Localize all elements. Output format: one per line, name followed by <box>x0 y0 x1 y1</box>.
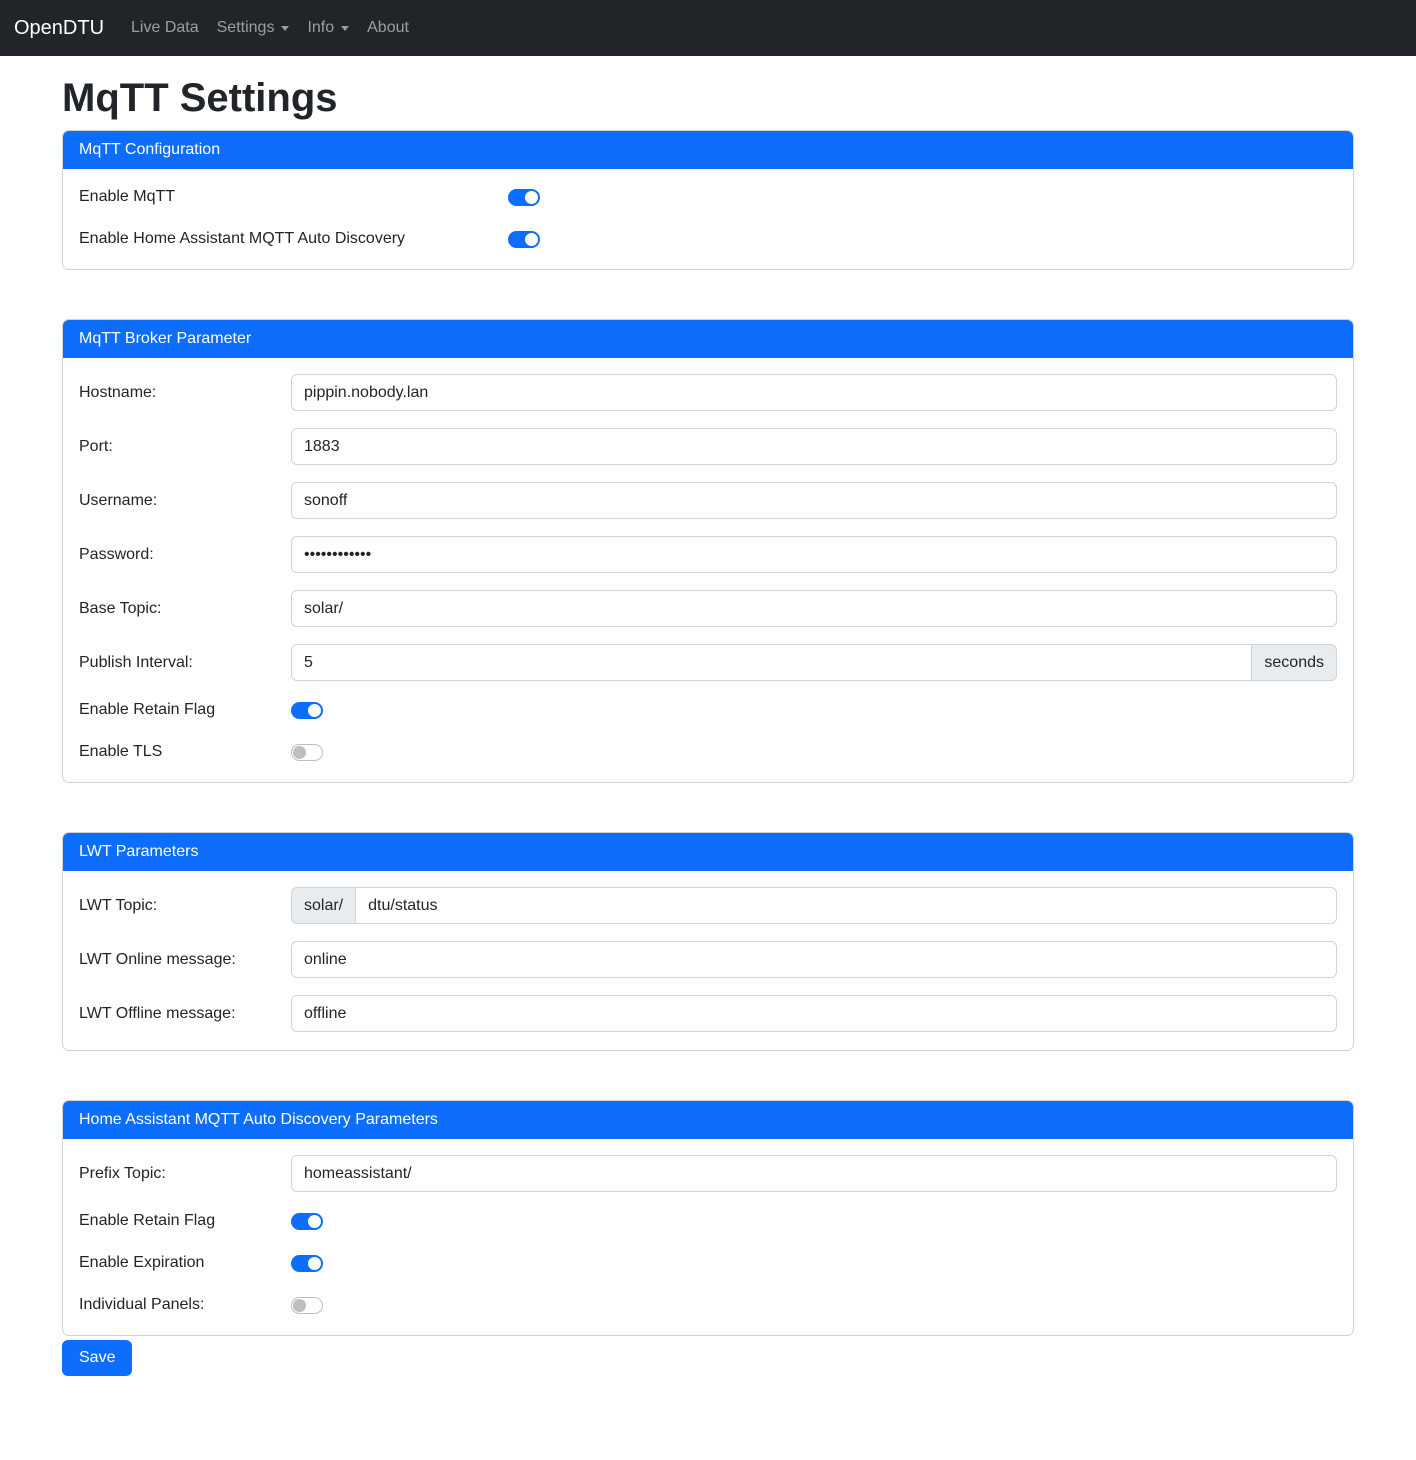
form-row-hass-retain-flag: Enable Retain Flag <box>79 1209 1337 1233</box>
nav-item-label: Live Data <box>131 19 199 37</box>
form-row-username: Username: <box>79 482 1337 519</box>
form-row-lwt-offline: LWT Offline message: <box>79 995 1337 1032</box>
form-row-port: Port: <box>79 428 1337 465</box>
toggle-knob <box>308 1257 321 1270</box>
chevron-down-icon <box>281 26 289 31</box>
field-label: Prefix Topic: <box>79 1165 291 1183</box>
username-input[interactable] <box>291 482 1337 519</box>
form-row-hostname: Hostname: <box>79 374 1337 411</box>
hostname-input[interactable] <box>291 374 1337 411</box>
nav-item-info[interactable]: Info <box>298 11 358 45</box>
card-header: LWT Parameters <box>63 833 1353 871</box>
card-mqtt-configuration: MqTT Configuration Enable MqTT Enable Ho… <box>62 130 1354 270</box>
card-lwt-parameters: LWT Parameters LWT Topic: solar/ LWT Onl… <box>62 832 1354 1051</box>
toggle-knob <box>293 746 306 759</box>
form-row-enable-hass-discovery: Enable Home Assistant MQTT Auto Discover… <box>79 227 1337 251</box>
field-label: Enable TLS <box>79 743 291 761</box>
port-input[interactable] <box>291 428 1337 465</box>
form-row-publish-interval: Publish Interval: seconds <box>79 644 1337 681</box>
field-label: Enable Home Assistant MQTT Auto Discover… <box>79 230 508 248</box>
field-label: Enable MqTT <box>79 188 508 206</box>
lwt-offline-input[interactable] <box>291 995 1337 1032</box>
toggle-knob <box>525 233 538 246</box>
tls-toggle[interactable] <box>291 744 323 761</box>
publish-interval-input[interactable] <box>291 644 1252 681</box>
nav-item-live-data[interactable]: Live Data <box>122 11 208 45</box>
prefix-topic-input[interactable] <box>291 1155 1337 1192</box>
enable-hass-discovery-toggle[interactable] <box>508 231 540 248</box>
form-row-lwt-topic: LWT Topic: solar/ <box>79 887 1337 924</box>
retain-flag-toggle[interactable] <box>291 702 323 719</box>
top-navbar: OpenDTU Live Data Settings Info About <box>0 0 1416 56</box>
card-header: MqTT Configuration <box>63 131 1353 169</box>
field-label: Password: <box>79 546 291 564</box>
form-row-enable-retain-flag: Enable Retain Flag <box>79 698 1337 722</box>
password-input[interactable] <box>291 536 1337 573</box>
lwt-topic-prefix-addon: solar/ <box>291 887 356 924</box>
nav-item-label: Settings <box>217 19 275 37</box>
brand-logo[interactable]: OpenDTU <box>14 17 104 40</box>
individual-panels-toggle[interactable] <box>291 1297 323 1314</box>
field-label: LWT Topic: <box>79 897 291 915</box>
toggle-knob <box>308 704 321 717</box>
seconds-unit-addon: seconds <box>1251 644 1337 681</box>
field-label: LWT Online message: <box>79 951 291 969</box>
form-row-enable-mqtt: Enable MqTT <box>79 185 1337 209</box>
field-label: Enable Expiration <box>79 1254 291 1272</box>
field-label: Individual Panels: <box>79 1296 291 1314</box>
form-row-enable-tls: Enable TLS <box>79 740 1337 764</box>
field-label: Port: <box>79 438 291 456</box>
hass-retain-flag-toggle[interactable] <box>291 1213 323 1230</box>
field-label: Publish Interval: <box>79 654 291 672</box>
field-label: LWT Offline message: <box>79 1005 291 1023</box>
form-row-base-topic: Base Topic: <box>79 590 1337 627</box>
enable-mqtt-toggle[interactable] <box>508 189 540 206</box>
form-row-individual-panels: Individual Panels: <box>79 1293 1337 1317</box>
card-hass-discovery-parameters: Home Assistant MQTT Auto Discovery Param… <box>62 1100 1354 1336</box>
nav-item-about[interactable]: About <box>358 11 418 45</box>
lwt-online-input[interactable] <box>291 941 1337 978</box>
form-row-hass-expiration: Enable Expiration <box>79 1251 1337 1275</box>
hass-expiration-toggle[interactable] <box>291 1255 323 1272</box>
nav-item-settings[interactable]: Settings <box>208 11 299 45</box>
field-label: Username: <box>79 492 291 510</box>
toggle-knob <box>525 191 538 204</box>
page-title: MqTT Settings <box>62 74 1354 122</box>
nav-item-label: Info <box>307 19 334 37</box>
toggle-knob <box>308 1215 321 1228</box>
card-mqtt-broker-parameter: MqTT Broker Parameter Hostname: Port: Us… <box>62 319 1354 783</box>
form-row-prefix-topic: Prefix Topic: <box>79 1155 1337 1192</box>
field-label: Enable Retain Flag <box>79 1212 291 1230</box>
toggle-knob <box>293 1299 306 1312</box>
save-button[interactable]: Save <box>62 1340 132 1376</box>
nav-item-label: About <box>367 19 409 37</box>
form-row-password: Password: <box>79 536 1337 573</box>
field-label: Hostname: <box>79 384 291 402</box>
card-header: MqTT Broker Parameter <box>63 320 1353 358</box>
field-label: Base Topic: <box>79 600 291 618</box>
chevron-down-icon <box>341 26 349 31</box>
field-label: Enable Retain Flag <box>79 701 291 719</box>
card-header: Home Assistant MQTT Auto Discovery Param… <box>63 1101 1353 1139</box>
form-row-lwt-online: LWT Online message: <box>79 941 1337 978</box>
lwt-topic-input[interactable] <box>355 887 1337 924</box>
base-topic-input[interactable] <box>291 590 1337 627</box>
